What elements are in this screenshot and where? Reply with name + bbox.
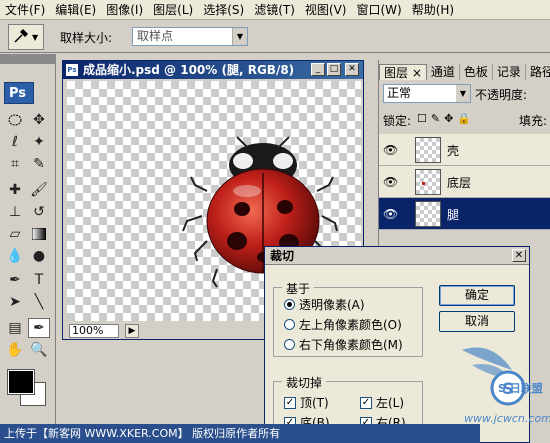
eye-icon[interactable]: 👁	[383, 207, 398, 221]
layer-row-base[interactable]: 👁 底层	[379, 166, 550, 198]
eye-icon[interactable]: 👁	[383, 143, 398, 157]
menu-layer[interactable]: 图层(L)	[148, 0, 198, 20]
close-icon[interactable]: ✕	[512, 249, 526, 262]
check-label: 顶(T)	[300, 396, 329, 410]
opacity-label: 不透明度:	[475, 88, 528, 102]
tab-layers[interactable]: 图层 ×	[379, 64, 427, 80]
clone-stamp-icon[interactable]: ⊥	[4, 202, 26, 222]
photoshop-logo[interactable]: Ps	[4, 82, 34, 104]
chevron-down-icon: ▼	[456, 85, 470, 102]
layer-row-legs[interactable]: 👁 腿	[379, 198, 550, 230]
slice-tool-icon[interactable]: ✎	[28, 154, 50, 174]
radio-bottom-right-color[interactable]: 右下角像素颜色(M)	[284, 336, 403, 353]
menu-view[interactable]: 视图(V)	[300, 0, 352, 20]
close-button[interactable]: ✕	[345, 63, 359, 76]
tool-preset-picker[interactable]: ▼	[8, 24, 44, 50]
check-icon: ✓	[360, 396, 372, 409]
layer-thumbnail	[415, 201, 441, 227]
radio-indicator	[284, 319, 295, 330]
menu-image[interactable]: 图像(I)	[101, 0, 148, 20]
tab-channels[interactable]: 通道	[427, 64, 460, 80]
based-on-legend: 基于	[282, 280, 315, 297]
blend-mode-select[interactable]: 正常 ▼	[383, 84, 471, 103]
notes-tool-icon[interactable]: ▤	[4, 318, 26, 338]
pen-tool-icon[interactable]: ✒	[4, 270, 26, 290]
radio-top-left-color[interactable]: 左上角像素颜色(O)	[284, 316, 402, 333]
eyedropper-icon	[13, 28, 29, 47]
foreground-color-swatch[interactable]	[7, 369, 35, 395]
eraser-tool-icon[interactable]: ▱	[4, 224, 26, 244]
brush-tool-icon[interactable]: 🖌	[28, 180, 50, 200]
hand-tool-icon[interactable]: ✋	[4, 340, 26, 360]
radio-label: 右下角像素颜色(M)	[299, 338, 403, 352]
radio-label: 左上角像素颜色(O)	[299, 318, 402, 332]
radio-label: 透明像素(A)	[299, 298, 365, 312]
gradient-tool-icon[interactable]	[28, 224, 50, 244]
toolbox-header[interactable]	[0, 54, 56, 64]
layer-name: 腿	[447, 208, 460, 222]
magic-wand-icon[interactable]: ✦	[28, 132, 50, 152]
menu-window[interactable]: 窗口(W)	[351, 0, 406, 20]
eyedropper-tool-icon[interactable]: ✒	[28, 318, 50, 338]
layer-name: 底层	[447, 176, 472, 190]
check-top[interactable]: ✓ 顶(T)	[284, 394, 329, 411]
blur-tool-icon[interactable]: 💧	[4, 246, 26, 266]
menu-filter[interactable]: 滤镜(T)	[249, 0, 300, 20]
menu-help[interactable]: 帮助(H)	[407, 0, 459, 20]
status-menu-icon[interactable]: ▶	[125, 324, 139, 338]
check-left[interactable]: ✓ 左(L)	[360, 394, 404, 411]
upload-credit-strip: 上传于【新客网 WWW.XKER.COM】 版权归原作者所有	[0, 424, 480, 443]
history-brush-icon[interactable]: ↺	[28, 202, 50, 222]
radio-indicator	[284, 299, 295, 310]
sample-size-label: 取样大小:	[60, 31, 113, 45]
layer-thumbnail	[415, 169, 441, 195]
path-selection-icon[interactable]: ➤	[4, 292, 26, 312]
check-label: 左(L)	[376, 396, 405, 410]
layer-thumbnail	[415, 137, 441, 163]
based-on-group: 基于 透明像素(A) 左上角像素颜色(O) 右下角像素颜色(M)	[273, 280, 423, 357]
panel-tabs: 图层 × 通道 色板 记录 路径	[379, 64, 550, 80]
marquee-tool-icon[interactable]	[4, 110, 26, 130]
move-tool-icon[interactable]: ✥	[28, 110, 50, 130]
lock-icons[interactable]: ☐✎✥🔒	[417, 112, 475, 125]
healing-brush-icon[interactable]: ✚	[4, 180, 26, 200]
lock-label: 锁定:	[383, 114, 412, 128]
dodge-tool-icon[interactable]: ●	[28, 246, 50, 266]
radio-transparent-pixels[interactable]: 透明像素(A)	[284, 296, 365, 313]
crop-tool-icon[interactable]: ⌗	[4, 154, 26, 174]
zoom-tool-icon[interactable]: 🔍	[28, 340, 50, 360]
fill-label: 填充:	[519, 114, 548, 128]
zoom-level-field[interactable]: 100%	[69, 324, 119, 338]
chevron-down-icon: ▼	[232, 28, 247, 45]
tab-swatches[interactable]: 色板	[460, 64, 493, 80]
menu-edit[interactable]: 编辑(E)	[50, 0, 101, 20]
menu-file[interactable]: 文件(F)	[0, 0, 50, 20]
options-bar: ▼ 取样大小: 取样点 ▼	[0, 21, 550, 53]
tab-history[interactable]: 记录	[493, 64, 526, 80]
lasso-tool-icon[interactable]: ℓ	[4, 132, 26, 152]
photoshop-doc-icon: Ps	[66, 64, 78, 76]
toolbox: Ps ✥ ℓ ✦ ⌗ ✎ ✚ 🖌 ⊥ ↺ ▱ 💧 ● ✒ T ➤ ╲ ▤ ✒ ✋…	[0, 54, 56, 443]
tab-paths[interactable]: 路径	[526, 64, 550, 80]
layer-row-shell[interactable]: 👁 壳	[379, 134, 550, 166]
ok-button[interactable]: 确定	[439, 285, 515, 306]
dialog-title[interactable]: 裁切	[265, 247, 529, 265]
cancel-button[interactable]: 取消	[439, 311, 515, 332]
minimize-button[interactable]: _	[311, 63, 325, 76]
sample-size-select[interactable]: 取样点 ▼	[132, 27, 248, 46]
blend-mode-value: 正常	[387, 86, 412, 100]
watermark-brand: S 日联盟	[498, 382, 543, 395]
menu-bar: 文件(F) 编辑(E) 图像(I) 图层(L) 选择(S) 滤镜(T) 视图(V…	[0, 0, 550, 20]
type-tool-icon[interactable]: T	[28, 270, 50, 290]
trim-away-legend: 裁切掉	[282, 374, 327, 391]
layer-name: 壳	[447, 144, 460, 158]
line-tool-icon[interactable]: ╲	[28, 292, 50, 312]
radio-indicator	[284, 339, 295, 350]
check-icon: ✓	[284, 396, 296, 409]
eye-icon[interactable]: 👁	[383, 175, 398, 189]
sample-size-value: 取样点	[137, 29, 174, 43]
chevron-down-icon: ▼	[32, 32, 39, 42]
maximize-button[interactable]: □	[327, 63, 341, 76]
menu-select[interactable]: 选择(S)	[198, 0, 249, 20]
